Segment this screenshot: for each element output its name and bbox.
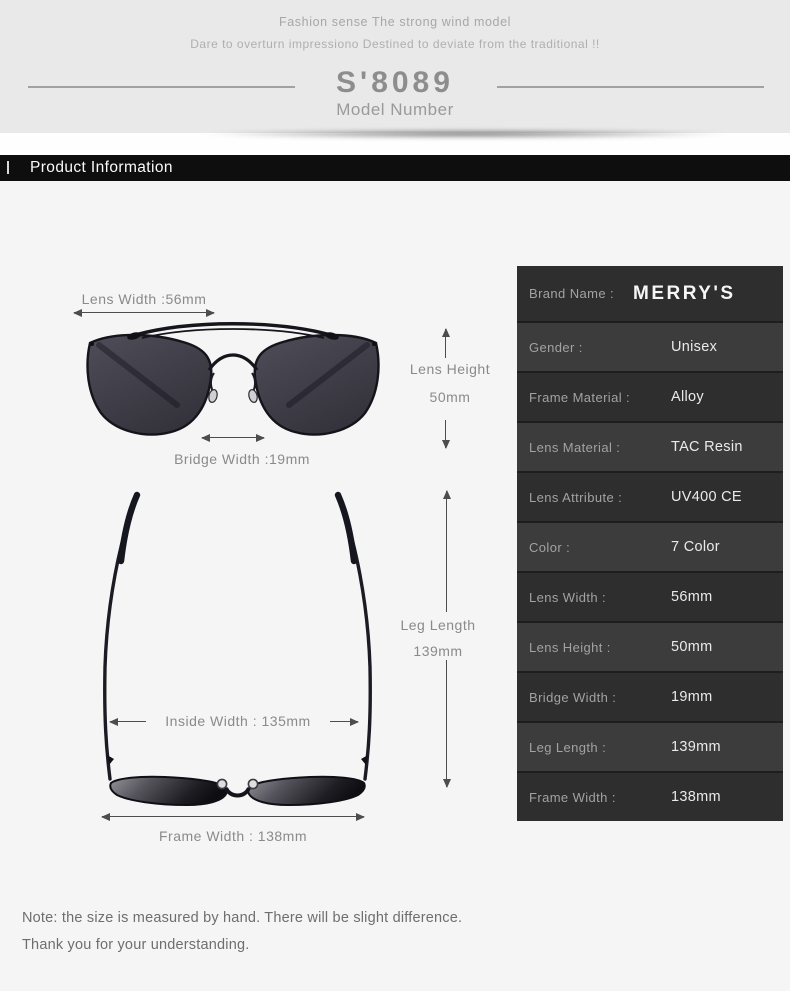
frame-width-label: Frame Width : 138mm (159, 828, 307, 844)
spec-row-lens-height: Lens Height : 50mm (517, 623, 783, 673)
lens-width-arrow (73, 308, 215, 317)
spec-row-frame-width: Frame Width : 138mm (517, 773, 783, 821)
spec-row-leg-length: Leg Length : 139mm (517, 723, 783, 773)
leg-length-label-line1: Leg Length (400, 617, 476, 633)
spec-row-lens-material: Lens Material : TAC Resin (517, 423, 783, 473)
inside-width-arrow-right (330, 717, 359, 726)
lens-height-label-line2: 50mm (429, 389, 471, 405)
inside-width-label: Inside Width : 135mm (165, 713, 311, 729)
lens-width-label: Lens Width :56mm (81, 291, 207, 307)
spec-label: Frame Material : (529, 389, 631, 405)
brand-logo: MERRY'S (633, 282, 736, 304)
tagline-line2: Dare to overturn impressiono Destined to… (190, 37, 600, 51)
leg-length-arrow-top (442, 490, 451, 612)
model-number-caption: Model Number (336, 100, 454, 119)
leg-length-label-line2: 139mm (413, 643, 463, 659)
spec-row-frame-material: Frame Material : Alloy (517, 373, 783, 423)
spec-label: Lens Material : (529, 439, 621, 455)
sunglasses-front-illustration (86, 322, 380, 436)
product-info-page: Fashion sense The strong wind model Dare… (0, 0, 790, 991)
spec-row-gender: Gender : Unisex (517, 323, 783, 373)
leg-length-label: Leg Length 139mm (394, 617, 482, 659)
spec-label: Color : (529, 539, 571, 555)
section-bar: Product Information (0, 155, 790, 181)
header-drop-shadow (0, 133, 790, 155)
note-line2: Thank you for your understanding. (22, 937, 250, 953)
header-banner: Fashion sense The strong wind model Dare… (0, 0, 790, 133)
spec-value: 19mm (671, 689, 713, 705)
spec-row-lens-attribute: Lens Attribute : UV400 CE (517, 473, 783, 523)
spec-row-brand: Brand Name : MERRY'S (517, 266, 783, 323)
spec-row-bridge-width: Bridge Width : 19mm (517, 673, 783, 723)
leg-length-arrow-bottom (442, 660, 451, 788)
inside-width-arrow-left (109, 717, 146, 726)
spec-row-color: Color : 7 Color (517, 523, 783, 573)
spec-label: Lens Height : (529, 639, 611, 655)
lens-height-label: Lens Height 50mm (404, 361, 496, 405)
tagline-line1: Fashion sense The strong wind model (279, 15, 511, 29)
spec-label: Bridge Width : (529, 689, 617, 705)
spec-label: Frame Width : (529, 789, 616, 805)
section-bar-tick (7, 161, 9, 174)
spec-value: 138mm (671, 789, 721, 805)
note-line1: Note: the size is measured by hand. Ther… (22, 910, 463, 926)
size-note: Note: the size is measured by hand. Ther… (22, 905, 582, 959)
lens-height-label-line1: Lens Height (409, 361, 491, 377)
spec-value: UV400 CE (671, 489, 742, 505)
spec-label: Gender : (529, 339, 583, 355)
sunglasses-top-illustration (103, 491, 372, 807)
spec-label: Leg Length : (529, 739, 607, 755)
model-number: S'8089 (336, 66, 454, 99)
bridge-width-label: Bridge Width :19mm (174, 451, 310, 467)
frame-width-arrow (101, 812, 365, 821)
spec-value: 50mm (671, 639, 713, 655)
spec-table: Brand Name : MERRY'S Gender : Unisex Fra… (517, 266, 783, 821)
spec-value: 56mm (671, 589, 713, 605)
lens-height-arrow-up (441, 328, 450, 358)
spec-label: Brand Name : (529, 286, 615, 301)
bridge-width-arrow (201, 433, 265, 442)
spec-value: 139mm (671, 739, 721, 755)
spec-value: Alloy (671, 389, 704, 405)
spec-value: Unisex (671, 339, 718, 355)
spec-label: Lens Attribute : (529, 489, 623, 505)
section-title: Product Information (30, 159, 173, 176)
spec-value: 7 Color (671, 539, 720, 555)
spec-value: TAC Resin (671, 439, 743, 455)
lens-height-arrow-down (441, 420, 450, 449)
spec-row-lens-width: Lens Width : 56mm (517, 573, 783, 623)
spec-label: Lens Width : (529, 589, 607, 605)
